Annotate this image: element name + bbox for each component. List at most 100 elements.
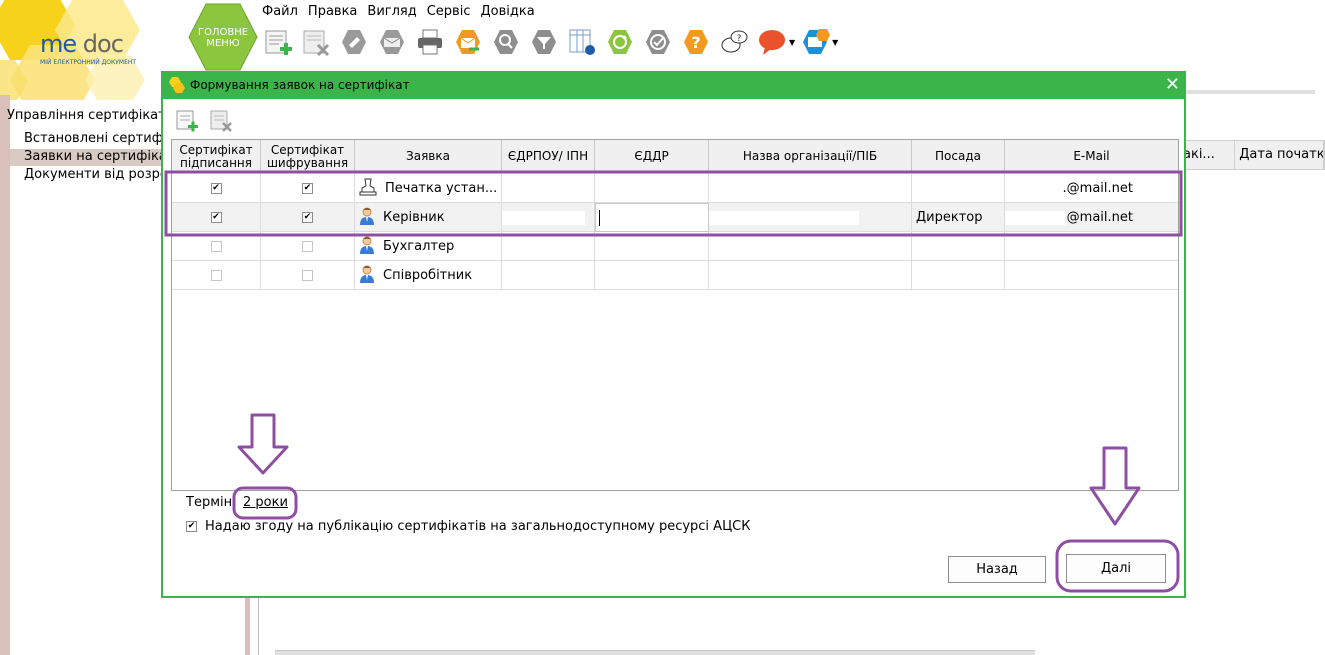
table-row[interactable]: Співробітник bbox=[172, 261, 1178, 290]
edrpou-cell[interactable] bbox=[502, 174, 595, 203]
person-icon bbox=[359, 206, 375, 230]
nav-item-developer-documents[interactable]: Документи від розроб bbox=[24, 167, 176, 182]
medoc-logo: me doc МІЙ ЕЛЕКТРОННИЙ ДОКУМЕНТ bbox=[0, 0, 160, 100]
sign-checkbox[interactable]: ✔ bbox=[210, 183, 222, 194]
menu-edit[interactable]: Правка bbox=[308, 4, 357, 19]
nav-section-title[interactable]: Управління сертифікат bbox=[7, 108, 166, 123]
request-name: Співробітник bbox=[383, 268, 473, 283]
redacted-block bbox=[502, 210, 585, 225]
edrpou-cell[interactable] bbox=[502, 261, 595, 290]
menu-view[interactable]: Вигляд bbox=[367, 4, 416, 19]
col-email[interactable]: E-Mail bbox=[1005, 140, 1178, 173]
background-column-2: Дата початку bbox=[1235, 141, 1324, 169]
col-org-name[interactable]: Назва організації/ПІБ bbox=[709, 140, 912, 173]
search-icon[interactable] bbox=[490, 26, 522, 58]
org-name-cell[interactable] bbox=[709, 261, 912, 290]
redacted-block bbox=[1005, 210, 1065, 225]
next-button[interactable]: Далі bbox=[1066, 554, 1166, 583]
table-row[interactable]: Бухгалтер bbox=[172, 232, 1178, 261]
eddr-cell[interactable] bbox=[595, 174, 709, 203]
sign-checkbox[interactable]: ✔ bbox=[210, 212, 222, 223]
feedback-icon[interactable] bbox=[756, 26, 788, 58]
col-edrpou[interactable]: ЄДРПОУ/ ІПН bbox=[502, 140, 595, 173]
menu-help[interactable]: Довідка bbox=[480, 4, 534, 19]
encrypt-checkbox[interactable]: ✔ bbox=[302, 183, 313, 194]
nav-item-installed-certificates[interactable]: Встановлені сертифік bbox=[24, 131, 174, 146]
col-eddr[interactable]: ЄДДР bbox=[595, 140, 709, 173]
position-cell[interactable] bbox=[912, 174, 1005, 203]
new-document-icon[interactable] bbox=[262, 26, 294, 58]
email-cell[interactable] bbox=[1005, 232, 1178, 261]
person-icon bbox=[359, 235, 375, 259]
table-row[interactable]: ✔ ✔ Печатка устан... .@mail.net bbox=[172, 174, 1178, 203]
col-position[interactable]: Посада bbox=[912, 140, 1005, 173]
nav-item-certificate-requests[interactable]: Заявки на сертифікат bbox=[10, 149, 174, 166]
org-name-cell[interactable] bbox=[709, 232, 912, 261]
add-request-icon[interactable] bbox=[175, 108, 199, 136]
delete-document-icon[interactable] bbox=[300, 26, 332, 58]
col-sign-cert[interactable]: Сертифікат підписання bbox=[172, 140, 261, 173]
eddr-cell[interactable] bbox=[595, 232, 709, 261]
sign-checkbox[interactable] bbox=[210, 270, 222, 281]
position-cell[interactable] bbox=[912, 261, 1005, 290]
sign-icon[interactable] bbox=[338, 26, 370, 58]
feedback-dropdown-arrow[interactable]: ▼ bbox=[789, 38, 795, 47]
eddr-cell[interactable] bbox=[595, 261, 709, 290]
email-cell[interactable]: .@mail.net bbox=[1005, 174, 1178, 203]
encrypt-checkbox[interactable] bbox=[302, 270, 313, 281]
email-value: @mail.net bbox=[1066, 210, 1133, 225]
email-cell[interactable] bbox=[1005, 261, 1178, 290]
edrpou-cell[interactable] bbox=[502, 232, 595, 261]
org-name-cell[interactable] bbox=[709, 203, 912, 232]
filter-icon[interactable] bbox=[528, 26, 560, 58]
close-icon[interactable]: ✕ bbox=[1165, 75, 1180, 95]
table-header: Сертифікат підписання Сертифікат шифрува… bbox=[172, 140, 1178, 173]
svg-text:?: ? bbox=[737, 34, 742, 44]
consent-checkbox[interactable]: ✔ bbox=[186, 521, 197, 532]
check-icon[interactable] bbox=[642, 26, 674, 58]
dialog-titlebar[interactable]: Формування заявок на сертифікат ✕ bbox=[163, 73, 1184, 99]
refresh-icon[interactable] bbox=[604, 26, 636, 58]
table-row[interactable]: ✔ ✔ Керівник Директор @mail.net bbox=[172, 203, 1178, 232]
menubar: Файл Правка Вигляд Сервіс Довідка bbox=[262, 4, 535, 19]
col-encrypt-cert[interactable]: Сертифікат шифрування bbox=[261, 140, 355, 173]
export-icon[interactable] bbox=[452, 26, 484, 58]
remove-request-icon[interactable] bbox=[209, 108, 233, 136]
video-dropdown-arrow[interactable]: ▼ bbox=[832, 38, 838, 47]
encrypt-checkbox[interactable]: ✔ bbox=[302, 212, 313, 223]
encrypt-checkbox[interactable] bbox=[302, 241, 313, 252]
logo-tagline: МІЙ ЕЛЕКТРОННИЙ ДОКУМЕНТ bbox=[40, 59, 137, 66]
dialog-toolbar bbox=[175, 108, 233, 136]
video-help-icon[interactable] bbox=[799, 26, 831, 58]
dialog-title: Формування заявок на сертифікат bbox=[190, 78, 410, 92]
request-name: Печатка устан... bbox=[385, 181, 498, 196]
back-button[interactable]: Назад bbox=[948, 556, 1046, 583]
send-icon[interactable] bbox=[376, 26, 408, 58]
menu-service[interactable]: Сервіс bbox=[427, 4, 471, 19]
consent-row: ✔ Надаю згоду на публікацію сертифікатів… bbox=[186, 519, 750, 534]
chat-question-icon[interactable]: ? bbox=[718, 26, 750, 58]
menu-file[interactable]: Файл bbox=[262, 4, 298, 19]
term-link[interactable]: 2 роки bbox=[243, 495, 288, 510]
help-icon[interactable]: ? bbox=[680, 26, 712, 58]
background-divider bbox=[258, 597, 259, 655]
col-request[interactable]: Заявка bbox=[355, 140, 502, 173]
main-toolbar: ? ? ▼ ▼ bbox=[262, 26, 838, 58]
logo-word-b: doc bbox=[82, 30, 124, 58]
term-label: Термін: bbox=[186, 495, 237, 510]
left-accent-strip bbox=[0, 95, 10, 655]
sign-checkbox[interactable] bbox=[210, 241, 222, 252]
edrpou-cell[interactable] bbox=[502, 203, 595, 232]
org-name-cell[interactable] bbox=[709, 174, 912, 203]
stamp-icon bbox=[359, 177, 377, 201]
background-column-1: акі... bbox=[1179, 141, 1236, 169]
table-settings-icon[interactable] bbox=[566, 26, 598, 58]
main-menu-button[interactable]: ГОЛОВНЕ МЕНЮ bbox=[188, 2, 258, 72]
email-cell[interactable]: @mail.net bbox=[1005, 203, 1178, 232]
eddr-input[interactable] bbox=[595, 203, 709, 232]
print-icon[interactable] bbox=[414, 26, 446, 58]
background-scrollbar[interactable] bbox=[275, 650, 1035, 655]
position-cell[interactable] bbox=[912, 232, 1005, 261]
svg-text:?: ? bbox=[691, 33, 700, 52]
position-cell[interactable]: Директор bbox=[912, 203, 1005, 232]
